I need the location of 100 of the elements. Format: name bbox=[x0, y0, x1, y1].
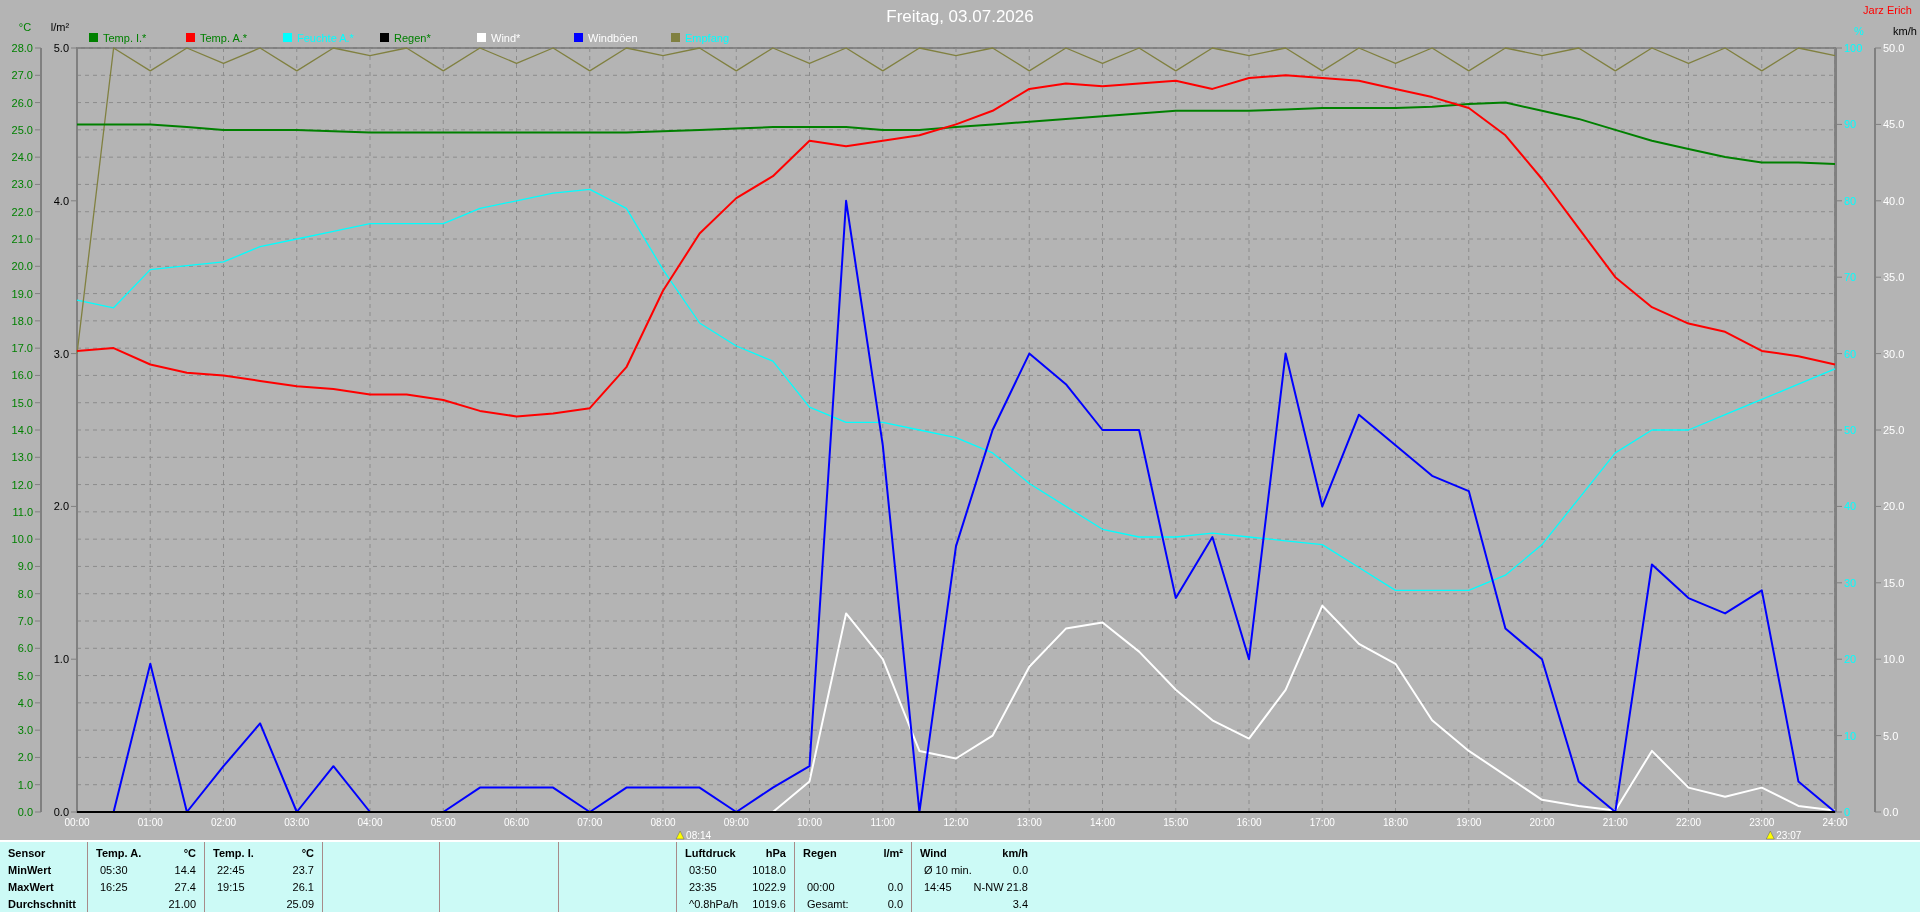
axis-tick-label: 01:00 bbox=[137, 817, 163, 828]
axis-tick-label: 9.0 bbox=[17, 560, 33, 573]
axis-tick-label: 09:00 bbox=[723, 817, 749, 828]
axis-tick-label: 15:00 bbox=[1163, 817, 1189, 828]
axis-tick-label: 16.0 bbox=[11, 369, 33, 382]
axis-tick-label: 40.0 bbox=[1883, 194, 1905, 207]
axis-tick-label: 08:00 bbox=[650, 817, 676, 828]
axis-tick-label: 17:00 bbox=[1309, 817, 1335, 828]
table-cell-text: 03:50 bbox=[688, 863, 717, 876]
table-cell: 1019.6 bbox=[752, 897, 786, 910]
axis-tick-label: 14:00 bbox=[1090, 817, 1115, 828]
legend-label: Regen* bbox=[394, 32, 431, 44]
table-cell-text: 19:15 bbox=[216, 880, 245, 893]
marker-icon bbox=[1766, 830, 1775, 840]
axis-tick-label: 10.0 bbox=[11, 533, 33, 546]
table-cell: 21.00 bbox=[168, 897, 196, 910]
axis-tick-label: 70 bbox=[1844, 271, 1857, 284]
column-header: Temp. I. bbox=[213, 846, 254, 859]
axis-unit: % bbox=[1854, 25, 1864, 37]
author-name: Jarz Erich bbox=[1863, 4, 1912, 16]
table-cell: 0.0 bbox=[887, 897, 903, 910]
axis-tick-label: 21:00 bbox=[1602, 817, 1628, 828]
axis-tick-label: 23:00 bbox=[1749, 817, 1775, 828]
table-cell: 1022.9 bbox=[752, 880, 786, 893]
axis-tick-label: 3.0 bbox=[17, 724, 33, 737]
axis-tick-label: 15.0 bbox=[1883, 576, 1905, 589]
column-header: Luftdruck bbox=[685, 846, 736, 859]
table-cell-text: Gesamt: bbox=[806, 897, 849, 910]
axis-tick-label: 30.0 bbox=[1883, 347, 1905, 360]
axis-tick-label: 90 bbox=[1844, 118, 1857, 131]
row-label: MinWert bbox=[8, 863, 52, 876]
axis-tick-label: 3.0 bbox=[53, 347, 69, 360]
axis-tick-label: 60 bbox=[1844, 347, 1857, 360]
axis-tick-label: 27.0 bbox=[11, 69, 33, 82]
axis-tick-label: 0.0 bbox=[53, 806, 69, 818]
axis-unit: °C bbox=[18, 21, 32, 33]
axis-tick-label: 2.0 bbox=[53, 500, 69, 513]
axis-tick-label: 18.0 bbox=[11, 314, 33, 327]
marker-label: 08:14 bbox=[686, 830, 712, 840]
legend-label: Empfang bbox=[685, 32, 730, 44]
table-cell-text: ^0.8hPa/h bbox=[688, 897, 739, 910]
axis-tick-label: 11.0 bbox=[12, 505, 33, 518]
axis-tick-label: 18:00 bbox=[1383, 817, 1408, 828]
axis-tick-label: 24.0 bbox=[11, 151, 33, 164]
axis-tick-label: 8.0 bbox=[17, 587, 33, 600]
column-header: Temp. A. bbox=[96, 846, 142, 859]
table-cell: 0.0 bbox=[1012, 863, 1028, 876]
column-header: Wind bbox=[920, 846, 947, 859]
axis-tick-label: 25.0 bbox=[11, 123, 33, 136]
axis-tick-label: 30 bbox=[1844, 576, 1857, 589]
axis-tick-label: 19:00 bbox=[1456, 817, 1482, 828]
table-cell: 25.09 bbox=[286, 897, 314, 910]
row-label: Sensor bbox=[8, 846, 46, 859]
table-cell-text: 05:30 bbox=[99, 863, 128, 876]
axis-tick-label: 0 bbox=[1844, 806, 1851, 818]
axis-tick-label: 12:00 bbox=[943, 817, 969, 828]
axis-tick-label: 16:00 bbox=[1236, 817, 1262, 828]
column-header: Regen bbox=[803, 846, 837, 859]
axis-tick-label: 100 bbox=[1844, 42, 1863, 54]
axis-tick-label: 22.0 bbox=[11, 205, 33, 218]
axis-tick-label: 13:00 bbox=[1016, 817, 1042, 828]
axis-tick-label: 10.0 bbox=[1883, 653, 1905, 666]
table-cell: 0.0 bbox=[887, 880, 903, 893]
table-cell: 3.4 bbox=[1012, 897, 1028, 910]
table-cell-text: 23:35 bbox=[688, 880, 717, 893]
axis-unit: km/h bbox=[1893, 25, 1917, 37]
axis-tick-label: 23.0 bbox=[11, 178, 33, 191]
unit-header: l/m² bbox=[883, 846, 903, 859]
axis-tick-label: 13.0 bbox=[11, 451, 33, 464]
axis-tick-label: 04:00 bbox=[357, 817, 383, 828]
table-cell: 27.4 bbox=[174, 880, 196, 893]
axis-tick-label: 03:00 bbox=[284, 817, 310, 828]
axis-tick-label: 06:00 bbox=[504, 817, 529, 828]
axis-tick-label: 45.0 bbox=[1883, 118, 1905, 131]
axis-tick-label: 07:00 bbox=[577, 817, 603, 828]
table-cell-text: 14:45 bbox=[923, 880, 952, 893]
axis-tick-label: 11:00 bbox=[870, 817, 895, 828]
table-cell: 23.7 bbox=[292, 863, 314, 876]
axis-tick-label: 15.0 bbox=[11, 396, 33, 409]
unit-header: hPa bbox=[765, 846, 786, 859]
axis-tick-label: 6.0 bbox=[17, 642, 33, 655]
table-cell: 26.1 bbox=[292, 880, 314, 893]
axis-tick-label: 02:00 bbox=[211, 817, 236, 828]
axis-tick-label: 5.0 bbox=[17, 669, 33, 682]
table-cell-text: Ø 10 min. bbox=[923, 863, 972, 876]
axis-tick-label: 40 bbox=[1844, 500, 1857, 513]
axis-tick-label: 1.0 bbox=[53, 653, 69, 666]
axis-tick-label: 10:00 bbox=[797, 817, 822, 828]
axis-tick-label: 20.0 bbox=[11, 260, 33, 273]
legend-label: Wind* bbox=[491, 32, 521, 44]
axis-tick-label: 20:00 bbox=[1529, 817, 1555, 828]
axis-tick-label: 21.0 bbox=[11, 233, 33, 245]
axis-tick-label: 20 bbox=[1844, 653, 1857, 666]
axis-tick-label: 25.0 bbox=[1883, 424, 1905, 436]
table-cell: 14.4 bbox=[174, 863, 196, 876]
axis-tick-label: 7.0 bbox=[17, 615, 33, 627]
axis-tick-label: 5.0 bbox=[1883, 729, 1899, 742]
table-cell-text: 22:45 bbox=[216, 863, 245, 876]
axis-tick-label: 20.0 bbox=[1883, 500, 1905, 513]
unit-header: °C bbox=[301, 846, 314, 859]
